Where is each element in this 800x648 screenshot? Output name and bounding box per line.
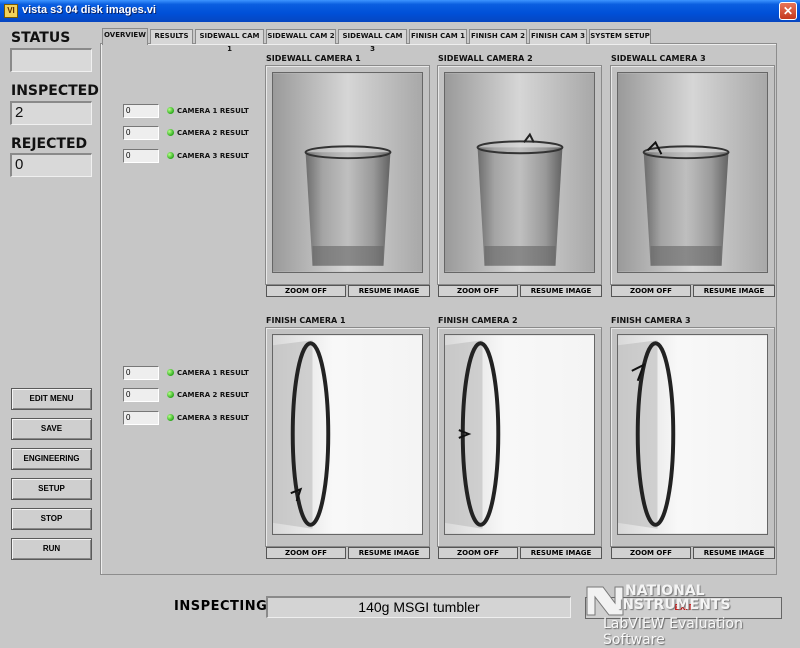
finish-camera-2-result-label: CAMERA 2 RESULT bbox=[177, 391, 249, 399]
inspecting-product-indicator: 140g MSGI tumbler bbox=[266, 596, 571, 618]
close-window-button[interactable]: ✕ bbox=[779, 2, 797, 20]
finish-camera-3-led bbox=[167, 414, 174, 421]
sidewall-camera-1-title: SIDEWALL CAMERA 1 bbox=[266, 54, 361, 63]
rejected-count: 0 bbox=[10, 153, 92, 177]
sidewall-camera-3-image[interactable] bbox=[617, 72, 768, 273]
sidewall-camera-1-resume-button[interactable]: RESUME IMAGE bbox=[348, 285, 430, 297]
sidewall-camera-2-result-value[interactable]: 0 bbox=[123, 126, 159, 140]
tab-sidewall-cam-3[interactable]: SIDEWALL CAM 3 bbox=[338, 29, 407, 53]
finish-camera-1-zoom-button[interactable]: ZOOM OFF bbox=[266, 547, 346, 559]
sidewall-camera-1-result-value[interactable]: 0 bbox=[123, 104, 159, 118]
finish-camera-2-led bbox=[167, 391, 174, 398]
tab-finish-cam-3[interactable]: FINISH CAM 3 bbox=[529, 29, 587, 44]
status-label: STATUS bbox=[11, 30, 71, 46]
finish-camera-2-title: FINISH CAMERA 2 bbox=[438, 316, 518, 325]
finish-camera-3-frame bbox=[610, 327, 775, 547]
window-title: vista s3 04 disk images.vi bbox=[22, 4, 156, 16]
finish-camera-1-frame bbox=[265, 327, 430, 547]
tab-system-setup[interactable]: SYSTEM SETUP bbox=[589, 29, 651, 44]
edit-menu-button[interactable]: EDIT MENU bbox=[11, 388, 92, 410]
finish-camera-1-image[interactable] bbox=[272, 334, 423, 535]
sidewall-camera-1-zoom-button[interactable]: ZOOM OFF bbox=[266, 285, 346, 297]
sidewall-camera-1-led bbox=[167, 107, 174, 114]
labview-vi-icon: VI bbox=[4, 4, 18, 18]
finish-camera-2-frame bbox=[437, 327, 602, 547]
save-button[interactable]: SAVE bbox=[11, 418, 92, 440]
finish-camera-1-result-label: CAMERA 1 RESULT bbox=[177, 369, 249, 377]
finish-camera-3-result-label: CAMERA 3 RESULT bbox=[177, 414, 249, 422]
finish-camera-2-zoom-button[interactable]: ZOOM OFF bbox=[438, 547, 518, 559]
sidewall-camera-2-resume-button[interactable]: RESUME IMAGE bbox=[520, 285, 602, 297]
sidewall-camera-2-zoom-button[interactable]: ZOOM OFF bbox=[438, 285, 518, 297]
labview-evaluation-text: LabVIEW Evaluation Software bbox=[603, 616, 743, 648]
finish-camera-1-result-value[interactable]: 0 bbox=[123, 366, 159, 380]
tab-finish-cam-1[interactable]: FINISH CAM 1 bbox=[409, 29, 467, 44]
tab-overview[interactable]: OVERVIEW bbox=[102, 28, 148, 45]
inspecting-label: INSPECTING bbox=[174, 599, 268, 614]
finish-camera-3-resume-button[interactable]: RESUME IMAGE bbox=[693, 547, 775, 559]
sidewall-camera-1-image[interactable] bbox=[272, 72, 423, 273]
sidewall-camera-3-result-label: CAMERA 3 RESULT bbox=[177, 152, 249, 160]
finish-camera-3-image[interactable] bbox=[617, 334, 768, 535]
tab-finish-cam-2[interactable]: FINISH CAM 2 bbox=[469, 29, 527, 44]
sidewall-camera-3-led bbox=[167, 152, 174, 159]
finish-camera-3-result-value[interactable]: 0 bbox=[123, 411, 159, 425]
sidewall-camera-2-led bbox=[167, 129, 174, 136]
tab-sidewall-cam-2[interactable]: SIDEWALL CAM 2 bbox=[266, 29, 336, 44]
sidewall-camera-2-image[interactable] bbox=[444, 72, 595, 273]
sidewall-camera-3-frame bbox=[610, 65, 775, 285]
sidewall-camera-1-frame bbox=[265, 65, 430, 285]
sidewall-camera-3-title: SIDEWALL CAMERA 3 bbox=[611, 54, 706, 63]
sidewall-camera-3-zoom-button[interactable]: ZOOM OFF bbox=[611, 285, 691, 297]
inspected-label: INSPECTED bbox=[11, 83, 99, 99]
sidewall-camera-1-result-label: CAMERA 1 RESULT bbox=[177, 107, 249, 115]
finish-camera-2-image[interactable] bbox=[444, 334, 595, 535]
finish-camera-3-zoom-button[interactable]: ZOOM OFF bbox=[611, 547, 691, 559]
inspected-count: 2 bbox=[10, 101, 92, 125]
rejected-label: REJECTED bbox=[11, 136, 88, 152]
status-indicator bbox=[10, 48, 92, 72]
finish-camera-1-resume-button[interactable]: RESUME IMAGE bbox=[348, 547, 430, 559]
sidewall-camera-2-frame bbox=[437, 65, 602, 285]
exit-button[interactable]: EXIT bbox=[585, 597, 782, 619]
sidewall-camera-3-resume-button[interactable]: RESUME IMAGE bbox=[693, 285, 775, 297]
tab-results[interactable]: RESULTS bbox=[150, 29, 193, 44]
stop-button[interactable]: STOP bbox=[11, 508, 92, 530]
engineering-button[interactable]: ENGINEERING bbox=[11, 448, 92, 470]
window-titlebar: VI vista s3 04 disk images.vi ✕ bbox=[0, 0, 800, 22]
finish-camera-2-resume-button[interactable]: RESUME IMAGE bbox=[520, 547, 602, 559]
sidewall-camera-3-result-value[interactable]: 0 bbox=[123, 149, 159, 163]
setup-button[interactable]: SETUP bbox=[11, 478, 92, 500]
finish-camera-2-result-value[interactable]: 0 bbox=[123, 388, 159, 402]
tab-sidewall-cam-1[interactable]: SIDEWALL CAM 1 bbox=[195, 29, 264, 53]
run-button[interactable]: RUN bbox=[11, 538, 92, 560]
sidewall-camera-2-result-label: CAMERA 2 RESULT bbox=[177, 129, 249, 137]
finish-camera-3-title: FINISH CAMERA 3 bbox=[611, 316, 691, 325]
finish-camera-1-led bbox=[167, 369, 174, 376]
sidewall-camera-2-title: SIDEWALL CAMERA 2 bbox=[438, 54, 533, 63]
finish-camera-1-title: FINISH CAMERA 1 bbox=[266, 316, 346, 325]
